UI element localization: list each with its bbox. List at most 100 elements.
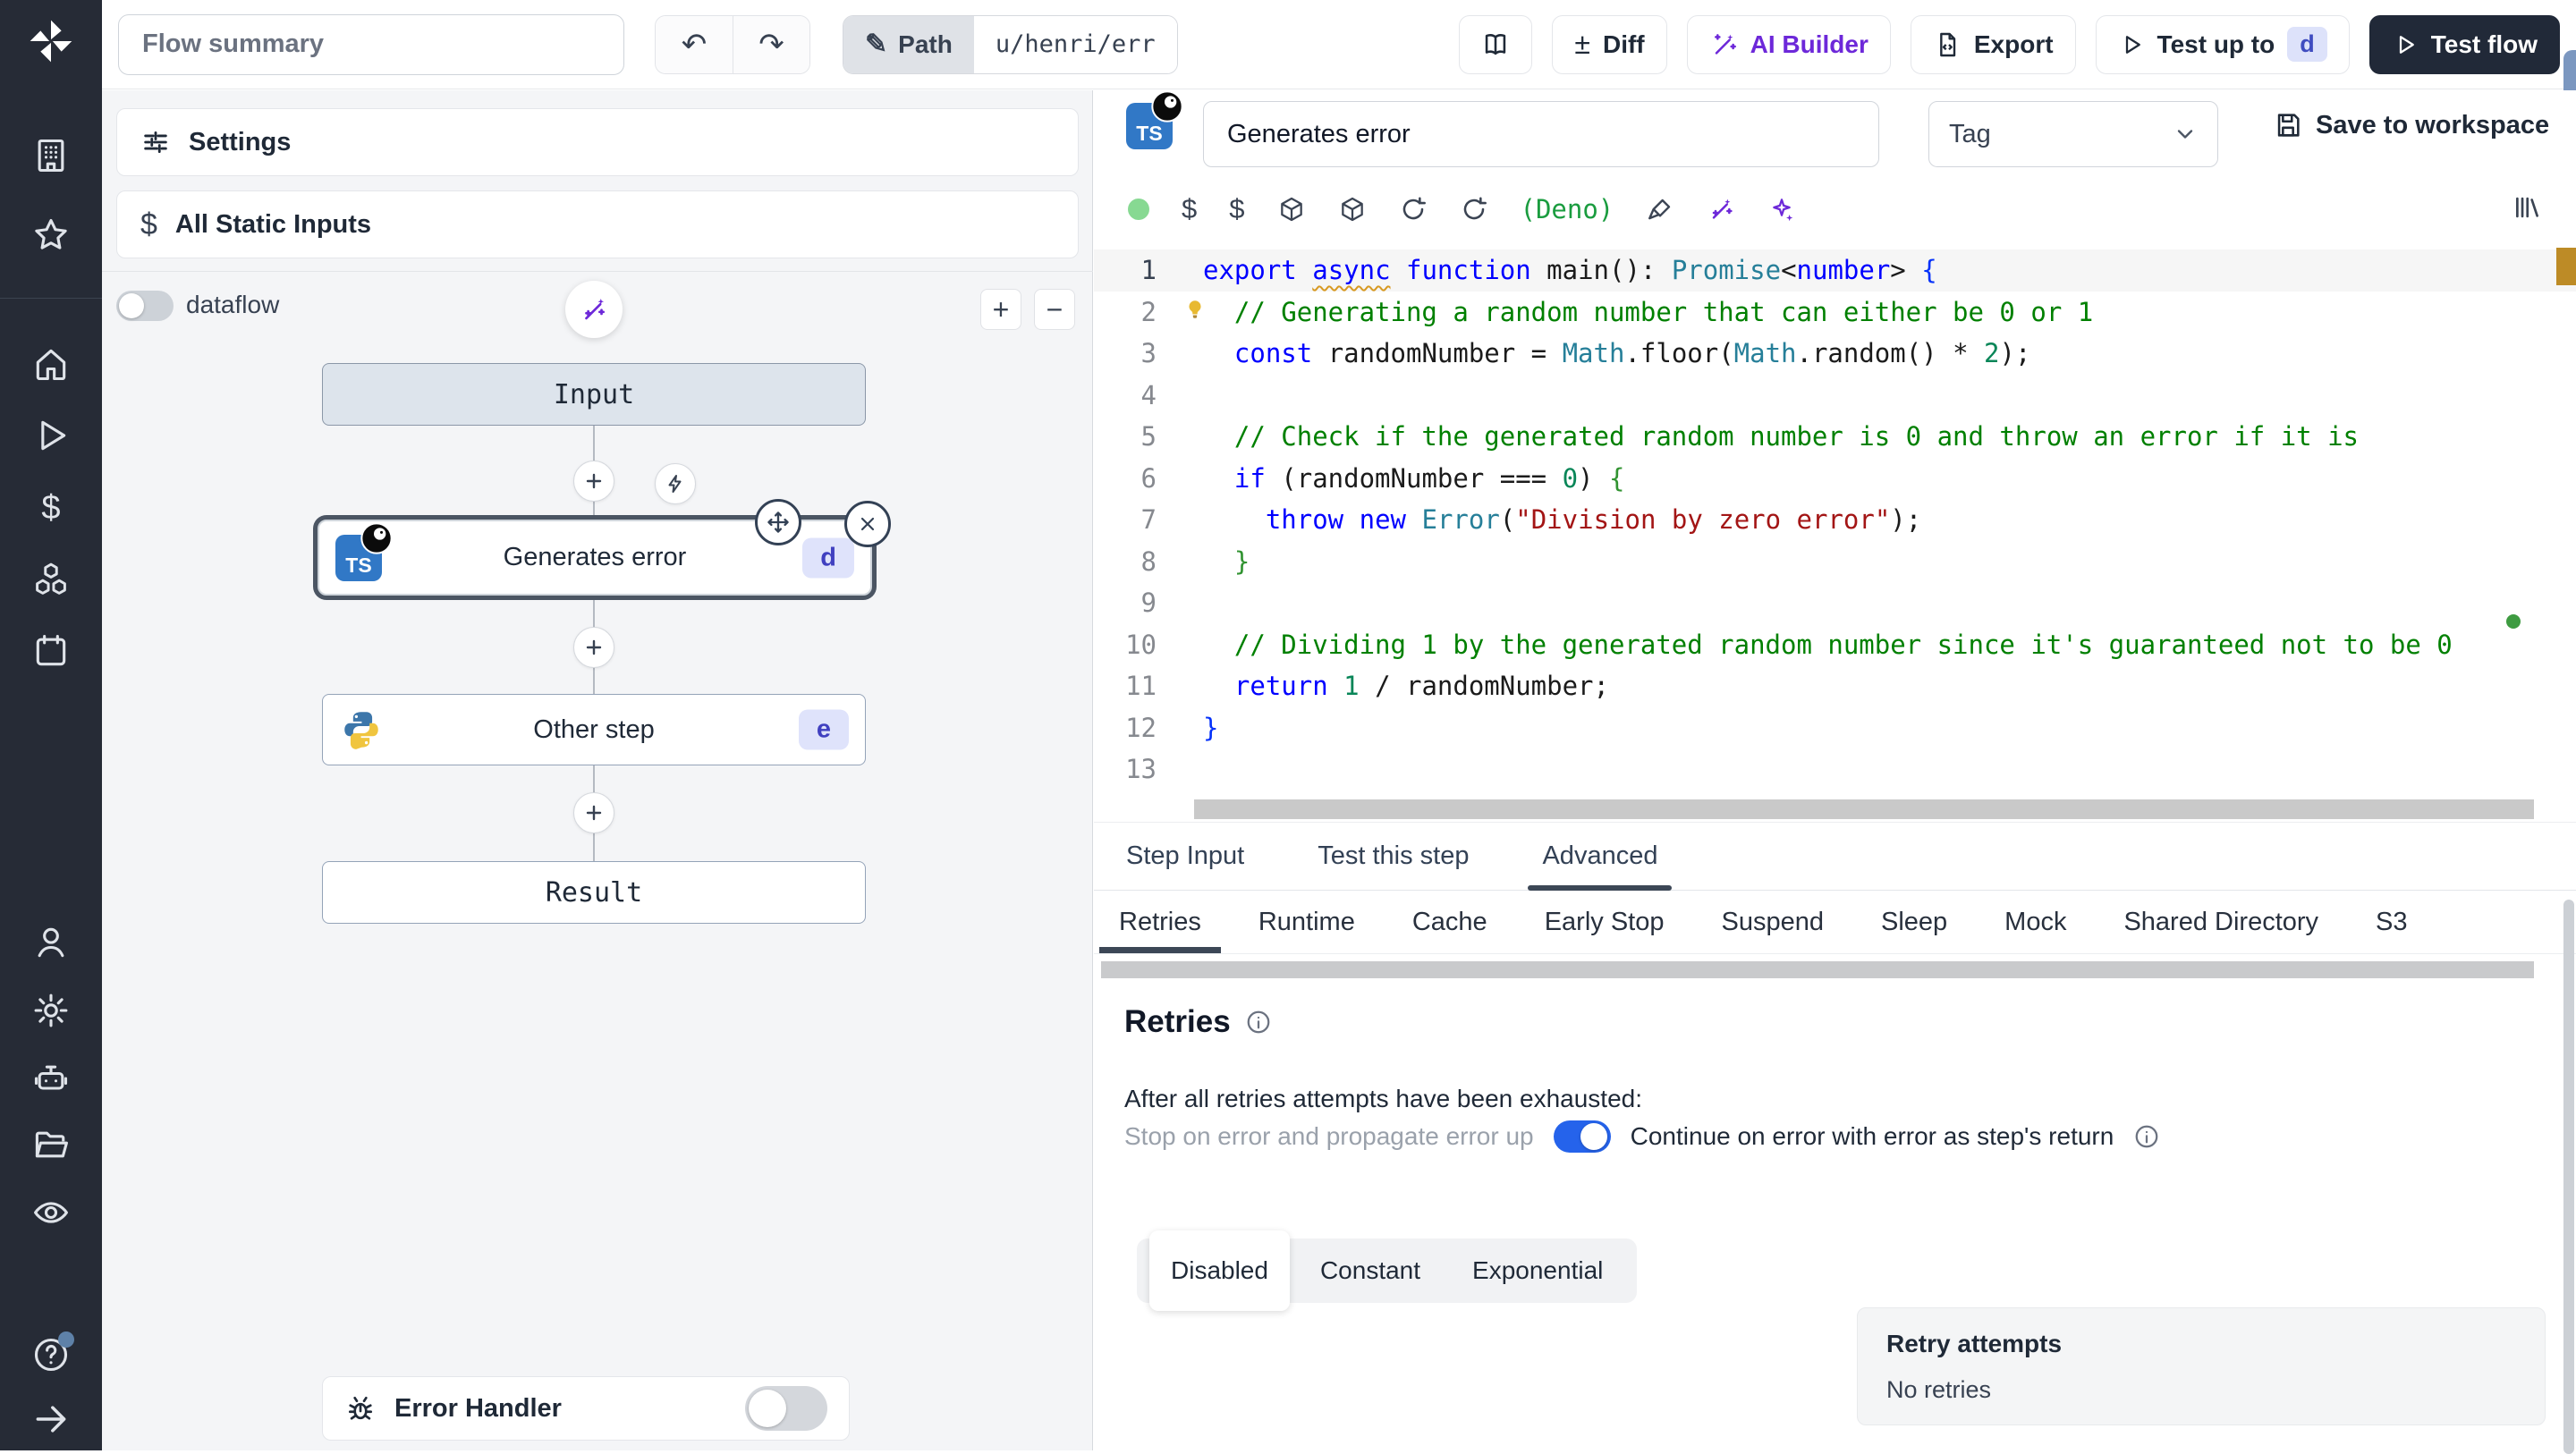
step-id-badge: d <box>802 537 854 578</box>
magic-wand-icon[interactable] <box>1707 195 1735 224</box>
insert-trigger-button[interactable] <box>655 463 696 504</box>
ai-builder-button[interactable]: AI Builder <box>1686 14 1891 74</box>
subtab-mock[interactable]: Mock <box>1983 892 2088 953</box>
insert-step-button[interactable] <box>573 461 614 502</box>
error-behavior-row: Stop on error and propagate error up Con… <box>1124 1120 2160 1153</box>
sparkles-icon[interactable] <box>1767 195 1796 224</box>
user-icon[interactable] <box>31 923 71 962</box>
delete-step-button[interactable] <box>844 501 891 547</box>
package-icon[interactable] <box>1277 195 1306 224</box>
docs-book-button[interactable] <box>1459 14 1533 74</box>
step-title-input[interactable] <box>1203 101 1879 167</box>
settings-gear-icon[interactable] <box>31 991 71 1030</box>
deno-icon <box>359 520 394 556</box>
lightbulb-icon[interactable] <box>1183 298 1207 321</box>
insert-step-button[interactable] <box>573 627 614 668</box>
zoom-in-button[interactable]: + <box>980 289 1021 330</box>
deno-icon <box>1149 89 1185 124</box>
reload-icon[interactable] <box>1460 195 1488 224</box>
step-node-title: Generates error <box>503 543 687 571</box>
retry-mode-disabled[interactable]: Disabled <box>1149 1230 1290 1311</box>
code-editor[interactable]: 1 export async function main(): Promise<n… <box>1094 241 2576 820</box>
panel-vertical-scrollbar[interactable] <box>2563 900 2574 1454</box>
input-node[interactable]: Input <box>322 363 866 426</box>
test-flow-button[interactable]: Test flow <box>2368 14 2560 74</box>
schedules-calendar-icon[interactable] <box>31 631 71 671</box>
code-line: 13 <box>1125 754 1157 784</box>
windmill-logo-icon[interactable] <box>26 16 76 66</box>
subtab-cache[interactable]: Cache <box>1391 892 1509 953</box>
continue-on-error-label: Continue on error with error as step's r… <box>1630 1122 2114 1150</box>
edit-path-button[interactable]: ✎ Path <box>843 15 974 73</box>
tab-step-input[interactable]: Step Input <box>1106 823 1264 890</box>
result-node[interactable]: Result <box>322 861 866 924</box>
library-icon[interactable] <box>2512 192 2542 223</box>
editor-toolbar: $ $ (Deno) <box>1094 180 2576 239</box>
subtab-s3[interactable]: S3 <box>2354 892 2428 953</box>
resource-picker-icon[interactable]: $ <box>1229 193 1244 225</box>
error-handler-card[interactable]: Error Handler <box>322 1376 850 1441</box>
subtab-sleep[interactable]: Sleep <box>1860 892 1969 953</box>
resources-cubes-icon[interactable] <box>31 560 71 599</box>
runtime-label[interactable]: (Deno) <box>1521 194 1614 224</box>
tag-select[interactable]: Tag <box>1928 101 2218 167</box>
plus-glyph: + <box>992 292 1010 325</box>
tab-advanced[interactable]: Advanced <box>1522 823 1677 891</box>
export-button[interactable]: Export <box>1910 14 2076 74</box>
subtab-runtime[interactable]: Runtime <box>1237 892 1377 953</box>
workers-robot-icon[interactable] <box>31 1059 71 1098</box>
code-line: 4 <box>1140 379 1157 410</box>
save-to-workspace-button[interactable]: Save to workspace <box>2273 110 2549 140</box>
move-step-handle[interactable] <box>755 499 801 545</box>
all-static-inputs-button[interactable]: $ All Static Inputs <box>116 190 1079 258</box>
ai-flow-wand-button[interactable] <box>565 281 623 338</box>
folders-icon[interactable] <box>31 1125 71 1164</box>
subtabs-scrollbar[interactable] <box>1101 961 2534 978</box>
continue-on-error-toggle[interactable] <box>1553 1120 1611 1153</box>
flow-settings-button[interactable]: Settings <box>116 108 1079 176</box>
package-icon[interactable] <box>1338 195 1367 224</box>
variables-dollar-icon[interactable]: $ <box>31 488 71 528</box>
retries-heading: Retries <box>1124 1004 1272 1040</box>
info-icon[interactable] <box>1245 1009 1272 1036</box>
redo-button[interactable]: ↷ <box>733 15 809 73</box>
subtab-suspend[interactable]: Suspend <box>1699 892 1845 953</box>
dataflow-toggle[interactable] <box>116 291 174 321</box>
variable-picker-icon[interactable]: $ <box>1182 193 1197 225</box>
help-icon[interactable] <box>31 1331 74 1374</box>
input-node-label: Input <box>553 378 635 410</box>
flow-summary-input[interactable] <box>118 13 624 75</box>
retry-attempts-value: No retries <box>1886 1376 1992 1403</box>
reload-icon[interactable] <box>1399 195 1428 224</box>
sidebar-divider <box>0 298 102 299</box>
test-up-to-button[interactable]: Test up to d <box>2095 14 2350 74</box>
save-label: Save to workspace <box>2316 110 2550 139</box>
code-line: 8 } <box>1140 545 1250 577</box>
retry-mode-exponential[interactable]: Exponential <box>1451 1238 1624 1303</box>
diff-button[interactable]: ± Diff <box>1552 14 1667 74</box>
move-icon <box>767 511 789 533</box>
info-icon[interactable] <box>2133 1123 2160 1150</box>
undo-button[interactable]: ↶ <box>656 15 733 73</box>
subtab-early-stop[interactable]: Early Stop <box>1523 892 1686 953</box>
retry-mode-constant[interactable]: Constant <box>1299 1238 1442 1303</box>
error-handler-toggle[interactable] <box>745 1386 827 1431</box>
path-chip: ✎ Path u/henri/err <box>843 14 1178 74</box>
audit-eye-icon[interactable] <box>31 1193 71 1232</box>
runs-play-icon[interactable] <box>31 416 71 455</box>
zoom-out-button[interactable]: − <box>1034 289 1075 330</box>
subtab-retries[interactable]: Retries <box>1097 892 1223 953</box>
format-brush-icon[interactable] <box>1646 195 1674 224</box>
insert-step-button[interactable] <box>573 792 614 833</box>
step-inspector: TS Tag Save to workspace $ $ (Deno) 1exp… <box>1094 89 2576 1454</box>
subtab-shared-directory[interactable]: Shared Directory <box>2102 892 2340 953</box>
expand-arrow-icon[interactable] <box>31 1399 71 1439</box>
star-icon[interactable] <box>31 216 71 255</box>
tab-test-this-step[interactable]: Test this step <box>1298 823 1488 890</box>
code-line: 11 return 1 / randomNumber; <box>1125 671 1609 701</box>
step-node-other-step[interactable]: Other step e <box>322 694 866 765</box>
editor-horizontal-scrollbar[interactable] <box>1194 799 2534 819</box>
building-icon[interactable] <box>31 136 71 175</box>
overview-ruler-dot <box>2506 614 2521 629</box>
home-icon[interactable] <box>31 344 71 384</box>
